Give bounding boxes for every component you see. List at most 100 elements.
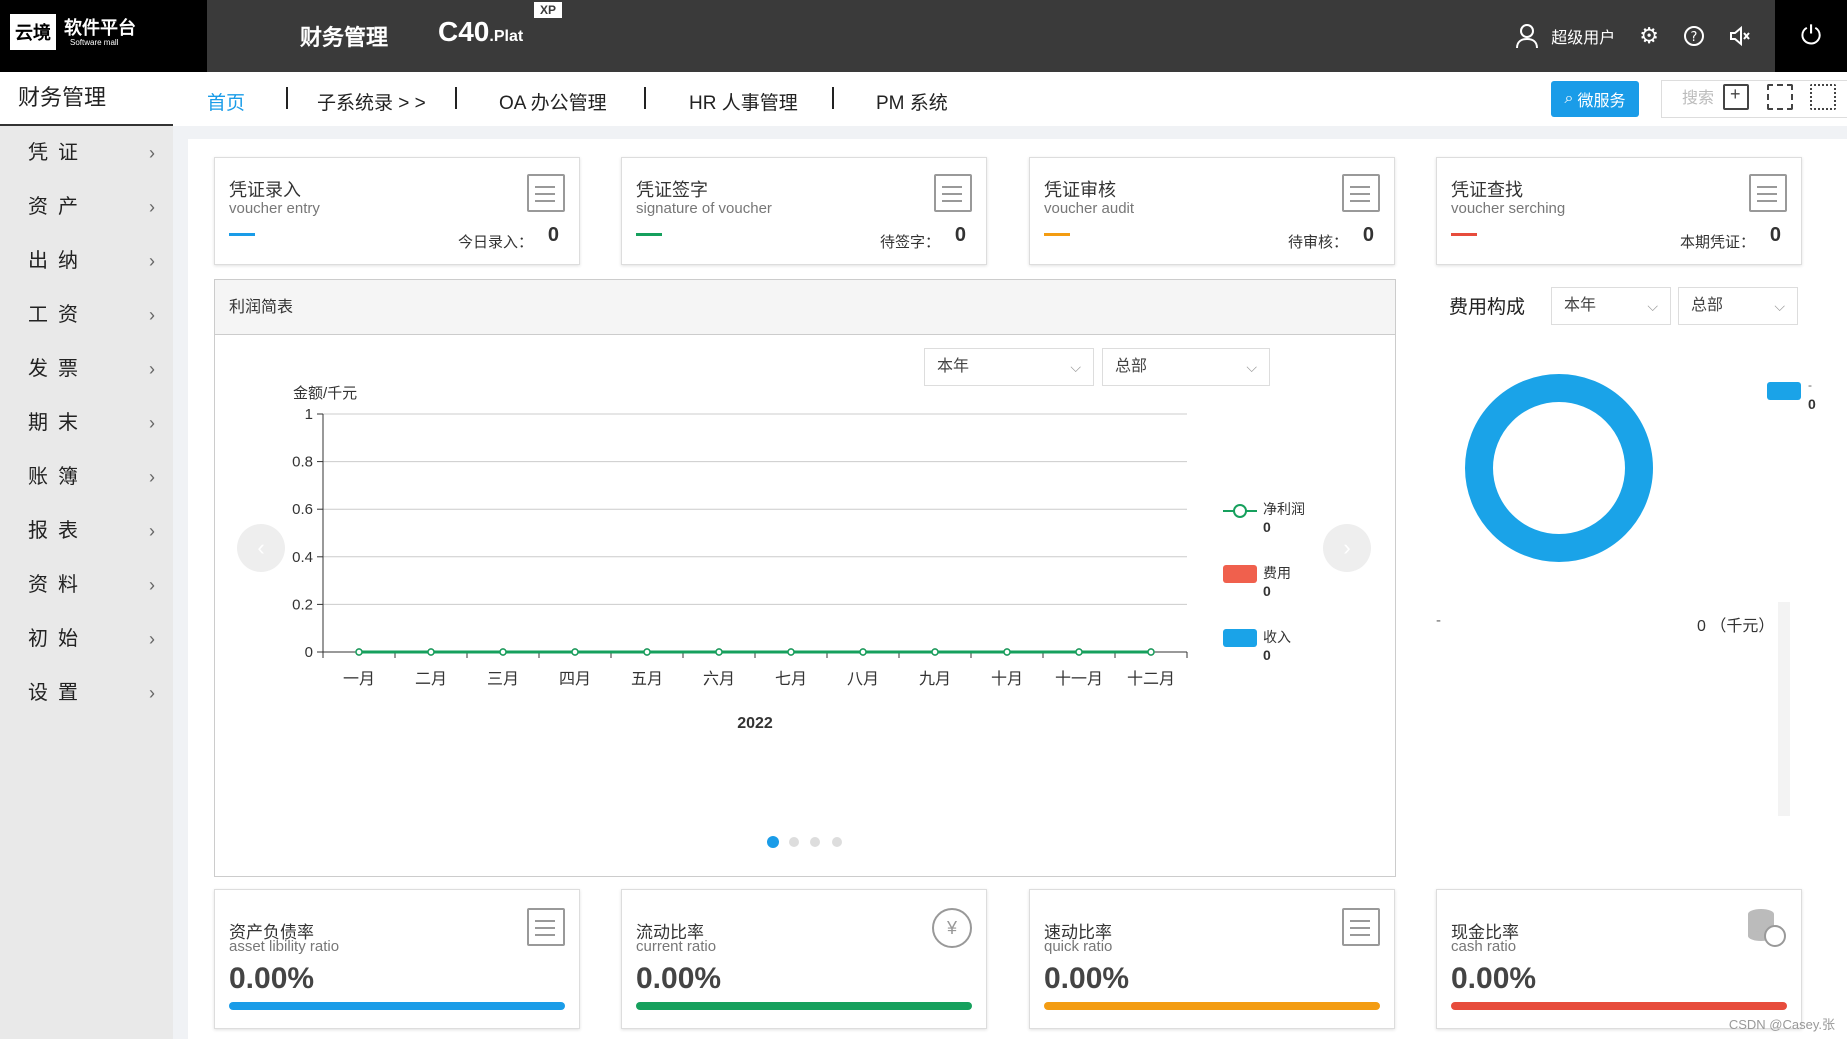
chevron-down-icon: ⌵ — [1647, 298, 1658, 314]
card-accent-bar — [229, 233, 255, 236]
sidebar-item-invoice[interactable]: 发票 › — [0, 342, 173, 396]
page-dot-active[interactable] — [767, 836, 779, 848]
chevron-right-icon: › — [149, 305, 155, 325]
card-count-label: 本期凭证： — [1679, 234, 1755, 251]
card-title: 凭证查找 — [1451, 180, 1523, 200]
cash-ratio-card[interactable]: 现金比率 cash ratio 0.00% — [1436, 889, 1802, 1029]
sidebar-item-cashier[interactable]: 出纳 › — [0, 234, 173, 288]
expense-scope-select[interactable]: 总部 ⌵ — [1678, 287, 1798, 325]
tab-pm[interactable]: PM 系统 — [876, 88, 948, 115]
y-tick-label: 0.6 — [292, 501, 313, 518]
user-name[interactable]: 超级用户 — [1551, 24, 1615, 48]
x-tick-label: 四月 — [559, 671, 591, 688]
sidebar-item-assets[interactable]: 资产 › — [0, 180, 173, 234]
sidebar-item-label: 资料 — [28, 574, 88, 596]
mute-icon[interactable] — [1729, 25, 1751, 47]
voucher-signature-card[interactable]: 凭证签字 signature of voucher 待签字： 0 — [621, 157, 987, 265]
chevron-right-icon: › — [149, 143, 155, 163]
tab-home[interactable]: 首页 — [207, 88, 245, 115]
data-point — [355, 648, 363, 656]
tab-oa[interactable]: OA 办公管理 — [499, 88, 607, 115]
voucher-audit-card[interactable]: 凭证审核 voucher audit 待审核： 0 — [1029, 157, 1395, 265]
power-icon[interactable]: ⏻ — [1775, 0, 1847, 72]
tab-divider — [286, 87, 288, 109]
ratio-progress-bar — [229, 1002, 565, 1010]
data-point — [643, 648, 651, 656]
svg-text:?: ? — [1691, 30, 1698, 45]
sidebar-item-init[interactable]: 初始 › — [0, 612, 173, 666]
chevron-right-icon: › — [149, 575, 155, 595]
legend-swatch — [1223, 565, 1257, 583]
tab-hr[interactable]: HR 人事管理 — [689, 88, 798, 115]
tab-bar: 首页 子系统录 > > OA 办公管理 HR 人事管理 PM 系统 ⌕ 微服务 搜… — [173, 72, 1847, 126]
card-count: 0 — [1362, 224, 1374, 246]
sidebar-item-reports[interactable]: 报表 › — [0, 504, 173, 558]
page-dot[interactable] — [832, 837, 842, 847]
x-tick-label: 七月 — [775, 670, 807, 688]
asset-liability-card[interactable]: 资产负债率 asset libility ratio 0.00% — [214, 889, 580, 1029]
sidebar-item-data[interactable]: 资料 › — [0, 558, 173, 612]
expense-legend-swatch[interactable] — [1767, 382, 1801, 400]
sidebar-item-label: 设置 — [28, 682, 88, 704]
ratio-progress-bar — [1451, 1002, 1787, 1010]
x-axis-label: 2022 — [737, 715, 773, 732]
fit-screen-icon[interactable] — [1767, 84, 1793, 110]
card-accent-bar — [1044, 233, 1070, 236]
sidebar-item-period-end[interactable]: 期末 › — [0, 396, 173, 450]
ratio-value: 0.00% — [1044, 962, 1130, 995]
yuan-cycle-icon: ¥ — [932, 908, 972, 948]
card-count-label: 今日录入： — [457, 234, 533, 251]
brand-name: C40.Plat — [438, 16, 523, 48]
y-tick-label: 0.2 — [292, 596, 313, 613]
help-icon[interactable]: ? — [1683, 25, 1705, 47]
expense-legend-value: 0 — [1808, 396, 1816, 412]
micro-service-button[interactable]: ⌕ 微服务 — [1551, 81, 1639, 117]
voucher-search-card[interactable]: 凭证查找 voucher serching 本期凭证： 0 — [1436, 157, 1802, 265]
x-tick-label: 九月 — [919, 670, 951, 688]
donut-ring — [1465, 374, 1653, 562]
sidebar-item-settings[interactable]: 设置 › — [0, 666, 173, 720]
sidebar-item-label: 账簿 — [28, 466, 88, 488]
page-dot[interactable] — [810, 837, 820, 847]
legend-swatch — [1223, 629, 1257, 647]
chevron-right-icon: › — [149, 251, 155, 271]
expense-period-select[interactable]: 本年 ⌵ — [1551, 287, 1671, 325]
y-tick-label: 0.8 — [292, 454, 313, 471]
sidebar-item-payroll[interactable]: 工资 › — [0, 288, 173, 342]
expense-list-scrollbar[interactable] — [1778, 602, 1790, 816]
page-dot[interactable] — [789, 837, 799, 847]
quick-report-icon — [1342, 908, 1380, 946]
card-count: 0 — [547, 224, 559, 246]
data-point — [1147, 648, 1155, 656]
user-icon[interactable] — [1515, 23, 1539, 49]
data-point — [427, 648, 435, 656]
voucher-audit-icon — [1342, 174, 1380, 212]
fullscreen-icon[interactable] — [1810, 84, 1836, 110]
sidebar-header: 财务管理 — [0, 72, 173, 126]
sidebar-item-ledger[interactable]: 账簿 › — [0, 450, 173, 504]
search-icon: ⌕ — [1564, 90, 1574, 107]
logo[interactable]: 云境 软件平台 Software mall — [0, 0, 207, 72]
voucher-entry-card[interactable]: 凭证录入 voucher entry 今日录入： 0 — [214, 157, 580, 265]
card-accent-bar — [636, 233, 662, 236]
search-placeholder: 搜索 — [1682, 90, 1715, 107]
logo-text: 软件平台 — [64, 18, 136, 38]
tab-divider — [455, 87, 457, 109]
current-ratio-card[interactable]: 流动比率 current ratio ¥ 0.00% — [621, 889, 987, 1029]
legend-label: 费用 — [1263, 565, 1291, 581]
gear-icon[interactable]: ⚙ — [1639, 23, 1659, 49]
panel-title: 利润简表 — [215, 280, 1395, 335]
card-accent-bar — [1451, 233, 1477, 236]
legend-value: 0 — [1263, 647, 1271, 663]
card-count: 0 — [1769, 224, 1781, 246]
expense-period-value: 本年 — [1564, 297, 1597, 314]
sidebar-item-label: 发票 — [28, 358, 88, 380]
chevron-right-icon: › — [149, 683, 155, 703]
sidebar-item-voucher[interactable]: 凭证 › — [0, 126, 173, 180]
add-screen-icon[interactable] — [1723, 84, 1749, 110]
profit-line-chart: 金额/千元 0 0.2 0.4 0.6 0.8 1 一月 二月 三月 四月 五月 六月 七月 八月 九月 十月 十… — [292, 385, 1188, 732]
card-subtitle: signature of voucher — [636, 200, 772, 217]
quick-ratio-card[interactable]: 速动比率 quick ratio 0.00% — [1029, 889, 1395, 1029]
tab-subsystem[interactable]: 子系统录 > > — [317, 88, 426, 115]
chevron-right-icon: › — [149, 413, 155, 433]
